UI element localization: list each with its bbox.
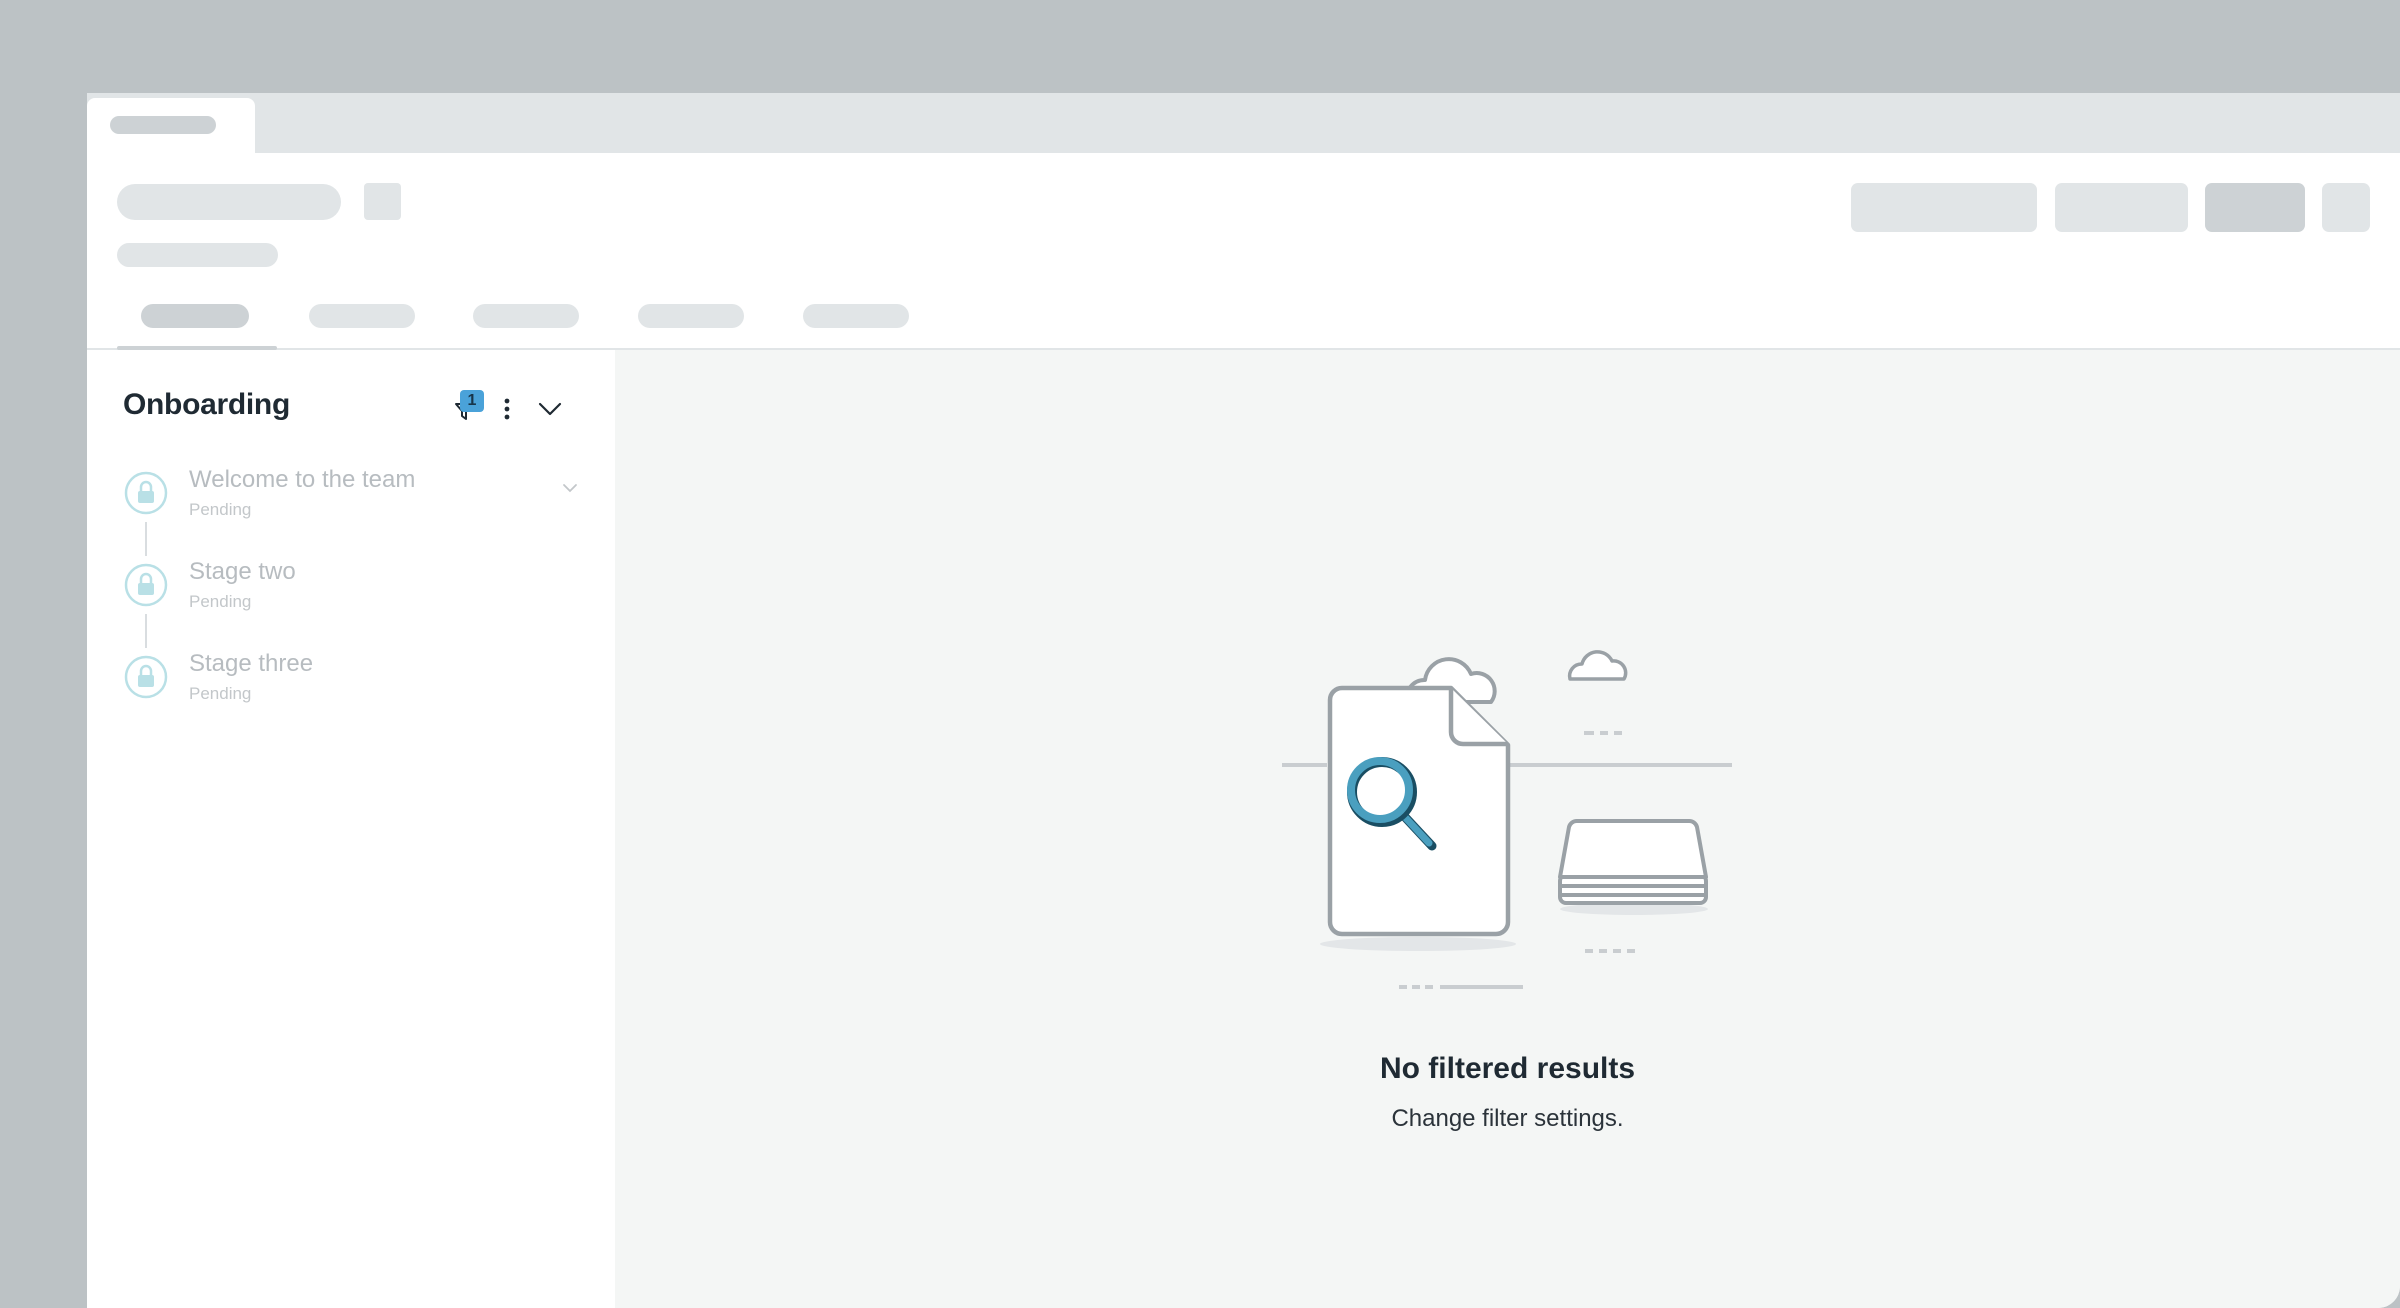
stage-connector: [145, 522, 147, 556]
page-title-placeholder: [117, 184, 341, 220]
stage-name: Stage three: [189, 650, 314, 677]
stage-name: Stage two: [189, 558, 296, 585]
app-window: Onboarding 1 Welcome to the team Pending…: [87, 93, 2400, 1308]
tab-strip: [87, 93, 2400, 158]
empty-state-subtitle: Change filter settings.: [1391, 1105, 1624, 1132]
sidebar: Onboarding 1 Welcome to the team Pending…: [87, 350, 615, 1308]
collapse-button[interactable]: [535, 396, 565, 422]
tab-3-placeholder[interactable]: [473, 304, 579, 328]
page-header: [87, 153, 2400, 350]
tab-2-placeholder[interactable]: [309, 304, 415, 328]
stage-name: Welcome to the team: [189, 466, 416, 493]
tab-4-placeholder[interactable]: [638, 304, 744, 328]
magnifier-document-icon: [1282, 650, 1732, 989]
browser-tab-active[interactable]: [87, 98, 255, 158]
page-subtitle-placeholder: [117, 243, 278, 267]
main-content: No filtered results Change filter settin…: [615, 350, 2400, 1308]
header-button-1-placeholder[interactable]: [1851, 183, 2037, 232]
stage-status: Pending: [189, 684, 252, 703]
chevron-down-icon[interactable]: [561, 480, 579, 496]
sidebar-title: Onboarding: [123, 388, 290, 421]
lock-icon: [124, 655, 168, 699]
chevron-down-icon: [538, 402, 562, 416]
stage-status: Pending: [189, 500, 252, 519]
lock-icon: [124, 471, 168, 515]
more-options-button[interactable]: [495, 394, 519, 424]
tab-5-placeholder[interactable]: [803, 304, 909, 328]
stage-connector: [145, 614, 147, 648]
stage-item[interactable]: Stage three Pending: [123, 650, 593, 724]
tab-1-placeholder[interactable]: [141, 304, 249, 328]
stage-item[interactable]: Stage two Pending: [123, 558, 593, 632]
title-action-placeholder[interactable]: [364, 183, 401, 220]
header-button-3-placeholder[interactable]: [2205, 183, 2305, 232]
empty-state-title: No filtered results: [1379, 1052, 1636, 1085]
kebab-menu-icon: [504, 398, 510, 420]
lock-icon: [124, 563, 168, 607]
filter-count-badge: 1: [460, 390, 484, 412]
app-frame: Onboarding 1 Welcome to the team Pending…: [0, 0, 2400, 1308]
header-button-4-placeholder[interactable]: [2322, 183, 2370, 232]
stage-status: Pending: [189, 592, 252, 611]
header-button-2-placeholder[interactable]: [2055, 183, 2188, 232]
browser-tab-label-placeholder: [110, 116, 216, 134]
stage-item[interactable]: Welcome to the team Pending: [123, 466, 593, 540]
